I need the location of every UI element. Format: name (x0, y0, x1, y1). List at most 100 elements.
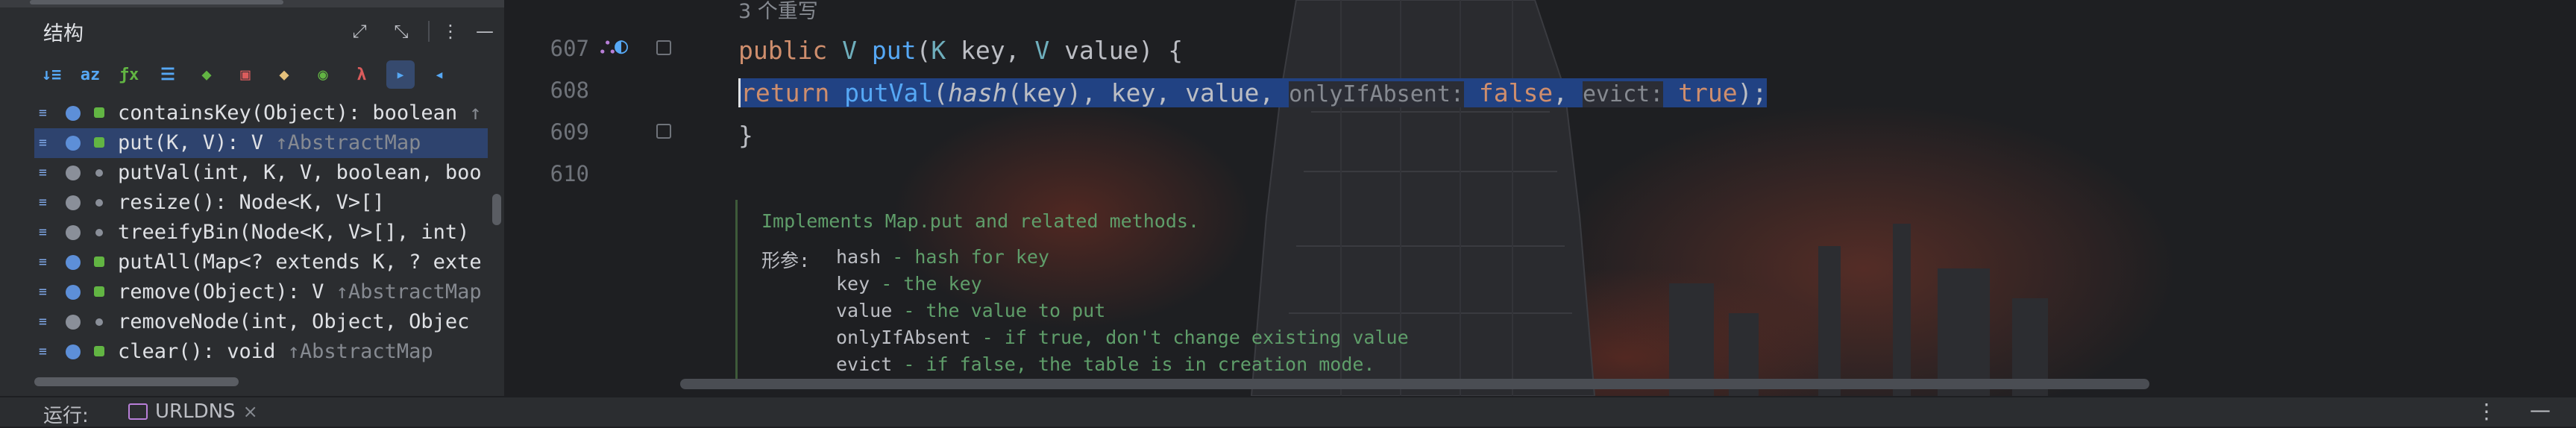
line-number: 607 (550, 36, 589, 61)
line-number: 610 (550, 161, 589, 186)
structure-item[interactable]: ≡ putAll(Map<? extends K, ? exte (34, 248, 488, 277)
structure-item[interactable]: ≡ resize(): Node<K, V>[] (34, 188, 488, 218)
code-line-609: } (738, 121, 753, 150)
punct: (key) (1007, 78, 1081, 107)
structure-item-signature: remove(Object): V (118, 280, 336, 303)
doc-param: hash - hash for key (836, 246, 1049, 268)
doc-param-desc: - if true, don't change existing value (970, 327, 1409, 348)
visibility-icon (94, 286, 104, 297)
expand-icon[interactable]: ⤢ (348, 19, 371, 43)
type: K (931, 36, 946, 65)
code-area[interactable]: 3 个重写 public V put(K key, V value) { ret… (738, 0, 1768, 174)
overrides-hint[interactable]: 3 个重写 (738, 0, 818, 31)
collapse-icon[interactable]: ⤡ (389, 19, 413, 43)
override-marker-icon: ≡ (39, 224, 47, 240)
override-marker-icon: ≡ (39, 135, 47, 151)
visibility-icon (95, 169, 103, 177)
method-icon (66, 315, 81, 330)
sort-visibility-icon[interactable]: ↓≡ (37, 60, 66, 89)
autoscroll-from-source-icon[interactable]: ◂ (425, 60, 453, 89)
sort-alpha-icon[interactable]: az (76, 60, 104, 89)
method-icon (66, 106, 81, 121)
doc-param: evict - if false, the table is in creati… (836, 353, 1375, 375)
visibility-icon (94, 137, 104, 148)
fold-marker-icon[interactable] (656, 124, 671, 139)
hide-panel-icon[interactable]: — (473, 19, 497, 43)
structure-title: 结构 (43, 22, 84, 45)
editor-gutter: 607 608 609 610 ⛬ ◐ (506, 0, 671, 396)
punct: , key, value, (1081, 78, 1289, 107)
visibility-icon (94, 107, 104, 118)
hierarchy-icon[interactable]: ⛬ (600, 33, 615, 59)
method-icon (66, 225, 81, 240)
lambda-icon[interactable]: λ (348, 60, 376, 89)
structure-item[interactable]: ≡ containsKey(Object): boolean ↑ (34, 98, 488, 128)
doc-param-desc: - the key (870, 273, 982, 295)
tree-vertical-scrollbar[interactable] (492, 194, 501, 225)
doc-param-desc: - hash for key (881, 246, 1049, 268)
close-icon[interactable]: × (243, 401, 258, 422)
code-editor[interactable]: 607 608 609 610 ⛬ ◐ 3 个重写 public V put(K… (506, 0, 2576, 396)
run-tab-urldns[interactable]: URLDNS × (128, 400, 258, 423)
structure-item[interactable]: ≡ putVal(int, K, V, boolean, boo (34, 158, 488, 188)
structure-item-signature: putVal(int, K, V, boolean, boo (118, 161, 482, 184)
punct: value) { (1049, 36, 1184, 65)
inlay-hint: evict: (1582, 81, 1664, 107)
method-icon (66, 195, 81, 210)
structure-top-scrollbar[interactable] (0, 0, 504, 7)
structure-item-origin: ↑ (469, 101, 482, 125)
visibility-icon (95, 318, 103, 326)
punct: key, (946, 36, 1035, 65)
editor-horizontal-scrollbar[interactable] (680, 379, 2149, 389)
structure-panel: 结构 ⤢ ⤡ ⋮ — ↓≡ az ƒx ☰ ◆ ▣ ◆ ◉ λ ▸ ◂ ≡ containsKey(O… (0, 0, 506, 396)
tree-horizontal-scrollbar[interactable] (34, 377, 239, 386)
show-non-public-icon[interactable]: ▣ (231, 60, 260, 89)
override-marker-icon: ≡ (39, 165, 47, 180)
method-icon (66, 255, 81, 270)
structure-item[interactable]: ≡ clear(): void ↑AbstractMap (34, 337, 488, 367)
visibility-icon (95, 229, 103, 236)
options-menu-icon[interactable]: ⋮ (439, 19, 462, 43)
doc-param-name: value (836, 300, 893, 321)
method-icon (66, 136, 81, 151)
punct: ( (916, 36, 932, 65)
keyword: return (741, 78, 845, 107)
visibility-icon (95, 199, 103, 207)
structure-item-origin: ↑AbstractMap (275, 131, 421, 154)
structure-item[interactable]: ≡ removeNode(int, Object, Objec (34, 307, 488, 337)
literal: true (1663, 78, 1738, 107)
override-marker-icon: ≡ (39, 284, 47, 300)
autoscroll-to-source-icon[interactable]: ▸ (386, 60, 415, 89)
method-name: hash (948, 78, 1008, 107)
structure-toolbar: ↓≡ az ƒx ☰ ◆ ▣ ◆ ◉ λ ▸ ◂ (37, 58, 453, 91)
show-lambdas-icon[interactable]: ◉ (309, 60, 337, 89)
doc-param-name: key (836, 273, 870, 295)
structure-item-signature: containsKey(Object): boolean (118, 101, 470, 125)
structure-item[interactable]: ≡ put(K, V): V ↑AbstractMap (34, 128, 488, 158)
show-anonymous-icon[interactable]: ◆ (270, 60, 298, 89)
type: V (842, 36, 872, 65)
code-line-608: return putVal(hash(key), key, value, onl… (738, 74, 1768, 113)
structure-header: 结构 ⤢ ⤡ ⋮ — (0, 10, 504, 52)
show-fields-icon[interactable]: ƒx (115, 60, 143, 89)
structure-item[interactable]: ≡ treeifyBin(Node<K, V>[], int) (34, 218, 488, 248)
show-properties-icon[interactable]: ☰ (154, 60, 182, 89)
override-marker-icon: ≡ (39, 195, 47, 210)
override-marker-icon: ≡ (39, 344, 47, 359)
fold-marker-icon[interactable] (656, 40, 671, 55)
override-marker-icon: ≡ (39, 254, 47, 270)
structure-item[interactable]: ≡ remove(Object): V ↑AbstractMap (34, 277, 488, 307)
structure-tree: ≡ containsKey(Object): boolean ↑ ≡ put(K, V… (34, 98, 488, 367)
doc-summary: Implements Map.put and related methods. (761, 210, 1199, 232)
structure-item-origin: ↑AbstractMap (287, 340, 433, 363)
doc-param-name: evict (836, 353, 893, 375)
structure-item-signature: put(K, V): V (118, 131, 276, 154)
options-menu-icon[interactable]: ⋮ (2476, 399, 2497, 424)
punct: ( (933, 78, 949, 107)
minimize-icon[interactable]: — (2530, 397, 2551, 422)
override-marker-icon: ≡ (39, 105, 47, 121)
doc-param: onlyIfAbsent - if true, don't change exi… (836, 327, 1409, 348)
overrides-marker-icon[interactable]: ◐ (615, 33, 628, 59)
structure-item-origin: ↑AbstractMap (336, 280, 482, 303)
show-inherited-icon[interactable]: ◆ (192, 60, 221, 89)
